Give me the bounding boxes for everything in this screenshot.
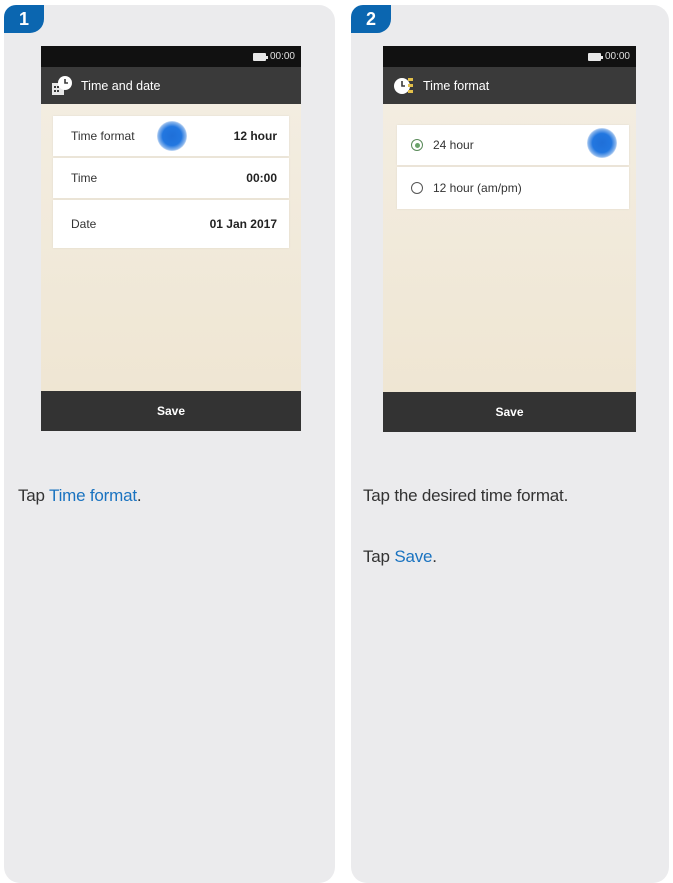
row-label: Date bbox=[71, 217, 97, 231]
clock-calendar-icon bbox=[51, 75, 73, 97]
step-2-panel: 2 00:00 Time format 24 hour 12 hour (am/… bbox=[351, 5, 669, 883]
screen-title-bar: Time and date bbox=[41, 67, 301, 104]
row-value: 00:00 bbox=[246, 171, 277, 185]
settings-list: Time format 12 hour Time 00:00 Date 01 J… bbox=[41, 104, 301, 391]
status-time: 00:00 bbox=[269, 51, 295, 62]
step-2-caption-line-2: Tap Save. bbox=[363, 547, 437, 567]
device-screen-time-format: 00:00 Time format 24 hour 12 hour (am/pm… bbox=[383, 46, 636, 432]
battery-icon bbox=[252, 52, 268, 61]
date-row[interactable]: Date 01 Jan 2017 bbox=[53, 200, 289, 248]
radio-unselected-icon[interactable] bbox=[411, 182, 423, 194]
time-format-link: Time format bbox=[49, 486, 137, 505]
save-button[interactable]: Save bbox=[383, 392, 636, 432]
device-screen-time-and-date: 00:00 Time and date Time format 12 hour bbox=[41, 46, 301, 431]
caption-text: Tap bbox=[18, 486, 50, 505]
step-1-panel: 1 00:00 Time and date Time format 12 hou… bbox=[4, 5, 335, 883]
radio-selected-icon[interactable] bbox=[411, 139, 423, 151]
option-12-hour[interactable]: 12 hour (am/pm) bbox=[397, 167, 629, 209]
screen-title: Time format bbox=[423, 78, 490, 93]
option-label: 24 hour bbox=[433, 138, 474, 152]
status-bar: 00:00 bbox=[41, 46, 301, 67]
status-time: 00:00 bbox=[604, 51, 630, 62]
row-value: 01 Jan 2017 bbox=[209, 217, 277, 231]
screen-title-bar: Time format bbox=[383, 67, 636, 104]
step-1-badge: 1 bbox=[4, 5, 44, 33]
screen-title: Time and date bbox=[81, 78, 161, 93]
option-label: 12 hour (am/pm) bbox=[433, 181, 522, 195]
status-bar: 00:00 bbox=[383, 46, 636, 67]
step-1-caption: Tap Time format. bbox=[18, 486, 142, 506]
format-options-list: 24 hour 12 hour (am/pm) bbox=[383, 104, 636, 392]
time-format-icon bbox=[393, 75, 415, 97]
time-row[interactable]: Time 00:00 bbox=[53, 158, 289, 198]
caption-period: . bbox=[432, 547, 437, 566]
row-label: Time bbox=[71, 171, 98, 185]
caption-text: Tap bbox=[363, 547, 395, 566]
touch-indicator bbox=[157, 121, 187, 151]
caption-period: . bbox=[136, 486, 142, 505]
step-2-badge: 2 bbox=[351, 5, 391, 33]
row-label: Time format bbox=[71, 129, 135, 143]
battery-icon bbox=[587, 52, 603, 61]
save-link: Save bbox=[394, 547, 433, 566]
row-value: 12 hour bbox=[233, 129, 277, 143]
save-button[interactable]: Save bbox=[41, 391, 301, 431]
touch-indicator bbox=[587, 128, 617, 158]
step-2-caption-line-1: Tap the desired time format. bbox=[363, 486, 569, 505]
